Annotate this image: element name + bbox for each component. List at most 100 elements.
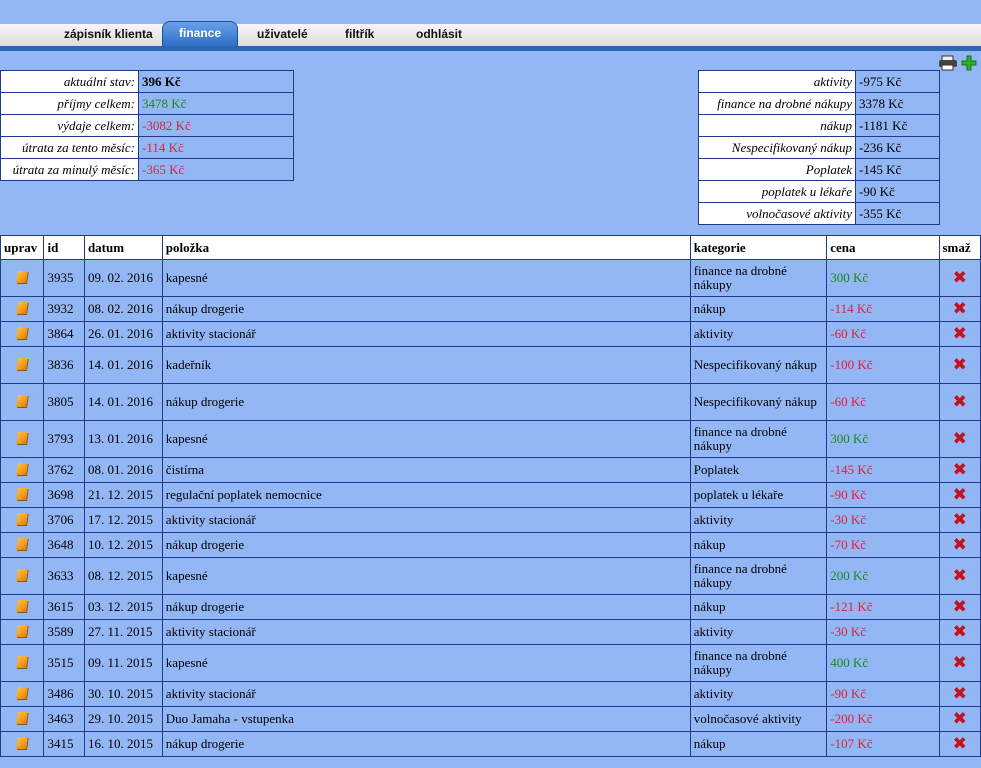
edit-cell[interactable] bbox=[0, 420, 45, 458]
edit-pencil-icon[interactable] bbox=[16, 537, 29, 550]
edit-pencil-icon[interactable] bbox=[16, 326, 29, 339]
delete-x-icon[interactable]: ✖ bbox=[953, 392, 967, 412]
delete-cell[interactable]: ✖ bbox=[938, 507, 981, 533]
edit-cell[interactable] bbox=[0, 296, 45, 322]
edit-pencil-icon[interactable] bbox=[16, 431, 29, 444]
edit-cell[interactable] bbox=[0, 507, 45, 533]
row-category: nákup bbox=[689, 594, 828, 620]
row-price: -100 Kč bbox=[826, 346, 940, 384]
edit-cell[interactable] bbox=[0, 482, 45, 508]
edit-pencil-icon[interactable] bbox=[16, 711, 29, 724]
edit-cell[interactable] bbox=[0, 644, 45, 682]
printer-icon[interactable] bbox=[938, 55, 958, 75]
delete-x-icon[interactable]: ✖ bbox=[953, 429, 967, 449]
row-date: 14. 01. 2016 bbox=[83, 346, 163, 384]
delete-cell[interactable]: ✖ bbox=[938, 420, 981, 458]
header-id[interactable]: id bbox=[43, 235, 85, 260]
edit-pencil-icon[interactable] bbox=[16, 394, 29, 407]
delete-cell[interactable]: ✖ bbox=[938, 321, 981, 347]
delete-cell[interactable]: ✖ bbox=[938, 706, 981, 732]
delete-x-icon[interactable]: ✖ bbox=[953, 566, 967, 586]
row-price: -90 Kč bbox=[826, 681, 940, 707]
edit-pencil-icon[interactable] bbox=[16, 624, 29, 637]
delete-cell[interactable]: ✖ bbox=[938, 259, 981, 297]
add-plus-icon[interactable] bbox=[961, 55, 977, 75]
row-category: nákup bbox=[689, 731, 828, 757]
delete-cell[interactable]: ✖ bbox=[938, 346, 981, 384]
edit-cell[interactable] bbox=[0, 681, 45, 707]
category-value: -90 Kč bbox=[855, 180, 940, 203]
delete-cell[interactable]: ✖ bbox=[938, 681, 981, 707]
summary-row: aktuální stav: 396 Kč bbox=[0, 70, 294, 93]
edit-cell[interactable] bbox=[0, 259, 45, 297]
delete-x-icon[interactable]: ✖ bbox=[953, 535, 967, 555]
delete-cell[interactable]: ✖ bbox=[938, 482, 981, 508]
nav-odhlasit[interactable]: odhlásit bbox=[416, 27, 462, 41]
delete-cell[interactable]: ✖ bbox=[938, 296, 981, 322]
delete-x-icon[interactable]: ✖ bbox=[953, 597, 967, 617]
edit-pencil-icon[interactable] bbox=[16, 599, 29, 612]
delete-x-icon[interactable]: ✖ bbox=[953, 684, 967, 704]
header-datum[interactable]: datum bbox=[83, 235, 163, 260]
header-cena[interactable]: cena bbox=[826, 235, 940, 260]
edit-pencil-icon[interactable] bbox=[16, 568, 29, 581]
delete-cell[interactable]: ✖ bbox=[938, 619, 981, 645]
delete-cell[interactable]: ✖ bbox=[938, 731, 981, 757]
header-smaz[interactable]: smaž bbox=[938, 235, 981, 260]
header-polozka[interactable]: položka bbox=[161, 235, 691, 260]
edit-cell[interactable] bbox=[0, 557, 45, 595]
edit-pencil-icon[interactable] bbox=[16, 736, 29, 749]
delete-cell[interactable]: ✖ bbox=[938, 557, 981, 595]
delete-x-icon[interactable]: ✖ bbox=[953, 268, 967, 288]
edit-pencil-icon[interactable] bbox=[16, 655, 29, 668]
edit-pencil-icon[interactable] bbox=[16, 512, 29, 525]
edit-cell[interactable] bbox=[0, 346, 45, 384]
header-kategorie[interactable]: kategorie bbox=[689, 235, 828, 260]
delete-x-icon[interactable]: ✖ bbox=[953, 460, 967, 480]
delete-cell[interactable]: ✖ bbox=[938, 594, 981, 620]
edit-cell[interactable] bbox=[0, 457, 45, 483]
edit-pencil-icon[interactable] bbox=[16, 270, 29, 283]
edit-cell[interactable] bbox=[0, 619, 45, 645]
category-summary-row: nákup -1181 Kč bbox=[698, 114, 940, 137]
row-date: 29. 10. 2015 bbox=[83, 706, 163, 732]
edit-cell[interactable] bbox=[0, 321, 45, 347]
table-row: 3706 17. 12. 2015 aktivity stacionář aktivi… bbox=[0, 507, 981, 533]
nav-filtrik[interactable]: filtřík bbox=[345, 27, 374, 41]
delete-x-icon[interactable]: ✖ bbox=[953, 299, 967, 319]
row-category: Nespecifikovaný nákup bbox=[689, 383, 828, 421]
table-row: 3932 08. 02. 2016 nákup drogerie nákup -114 … bbox=[0, 296, 981, 322]
delete-x-icon[interactable]: ✖ bbox=[953, 653, 967, 673]
row-id: 3615 bbox=[43, 594, 85, 620]
row-category: aktivity bbox=[689, 321, 828, 347]
edit-pencil-icon[interactable] bbox=[16, 301, 29, 314]
delete-cell[interactable]: ✖ bbox=[938, 457, 981, 483]
row-item: Duo Jamaha - vstupenka bbox=[161, 706, 691, 732]
edit-cell[interactable] bbox=[0, 383, 45, 421]
edit-cell[interactable] bbox=[0, 532, 45, 558]
header-uprav[interactable]: uprav bbox=[0, 235, 45, 260]
row-id: 3864 bbox=[43, 321, 85, 347]
delete-x-icon[interactable]: ✖ bbox=[953, 622, 967, 642]
delete-cell[interactable]: ✖ bbox=[938, 644, 981, 682]
edit-pencil-icon[interactable] bbox=[16, 686, 29, 699]
delete-cell[interactable]: ✖ bbox=[938, 383, 981, 421]
edit-cell[interactable] bbox=[0, 731, 45, 757]
nav-finance[interactable]: finance bbox=[162, 21, 239, 46]
delete-x-icon[interactable]: ✖ bbox=[953, 485, 967, 505]
delete-x-icon[interactable]: ✖ bbox=[953, 734, 967, 754]
delete-cell[interactable]: ✖ bbox=[938, 532, 981, 558]
category-label: poplatek u lékaře bbox=[698, 180, 856, 203]
edit-pencil-icon[interactable] bbox=[16, 487, 29, 500]
category-label: Nespecifikovaný nákup bbox=[698, 136, 856, 159]
delete-x-icon[interactable]: ✖ bbox=[953, 355, 967, 375]
edit-pencil-icon[interactable] bbox=[16, 462, 29, 475]
delete-x-icon[interactable]: ✖ bbox=[953, 324, 967, 344]
delete-x-icon[interactable]: ✖ bbox=[953, 709, 967, 729]
edit-cell[interactable] bbox=[0, 706, 45, 732]
edit-cell[interactable] bbox=[0, 594, 45, 620]
nav-uzivatele[interactable]: uživatelé bbox=[257, 27, 308, 41]
edit-pencil-icon[interactable] bbox=[16, 357, 29, 370]
delete-x-icon[interactable]: ✖ bbox=[953, 510, 967, 530]
nav-zapisnik[interactable]: zápisník klienta bbox=[64, 27, 153, 41]
